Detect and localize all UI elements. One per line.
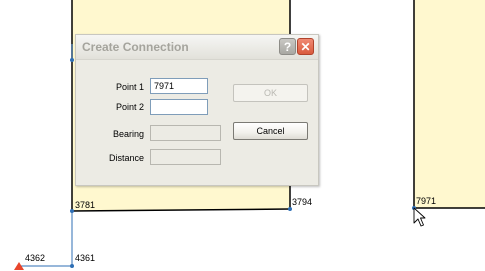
parcel-right[interactable] [414,0,485,208]
bearing-input [150,125,221,141]
help-icon[interactable]: ? [279,38,296,55]
point2-label: Point 2 [115,102,144,112]
bearing-label: Bearing [112,129,144,139]
label-3794: 3794 [292,197,312,207]
ok-button[interactable]: OK [233,84,308,102]
label-4362: 4362 [25,253,45,263]
point2-input[interactable] [150,99,208,115]
point-4361[interactable] [70,264,74,268]
cancel-button[interactable]: Cancel [233,122,308,140]
dialog-title: Create Connection [82,40,189,54]
point-upper[interactable] [70,58,74,62]
point1-label: Point 1 [115,82,144,92]
distance-input [150,149,221,165]
label-3781: 3781 [75,200,95,210]
distance-label: Distance [108,153,144,163]
label-4361: 4361 [75,253,95,263]
close-icon[interactable]: ✕ [297,38,314,55]
mouse-pointer-icon [413,207,426,227]
create-connection-dialog[interactable]: Create Connection ? ✕ Point 1 7971 Point… [75,34,319,186]
label-7971: 7971 [416,196,436,206]
point-3794[interactable] [288,207,292,211]
point1-input[interactable]: 7971 [150,78,208,94]
point-3781[interactable] [70,209,74,213]
dialog-title-bar[interactable]: Create Connection ? ✕ [76,35,318,60]
